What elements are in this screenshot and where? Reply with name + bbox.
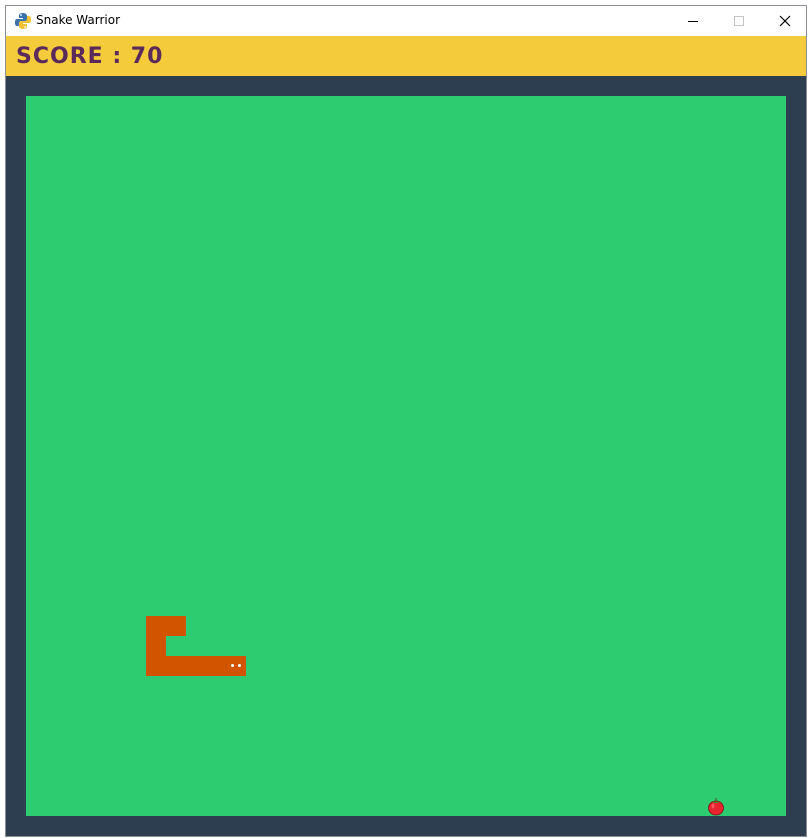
title-bar[interactable]: Snake Warrior — [6, 6, 806, 36]
minimize-button[interactable] — [670, 6, 716, 36]
snake-eye — [231, 664, 234, 667]
snake-segment — [146, 616, 166, 636]
snake-segment — [146, 656, 166, 676]
snake-segment — [166, 656, 186, 676]
window-title: Snake Warrior — [36, 13, 121, 27]
snake-segment — [186, 656, 206, 676]
python-icon — [14, 12, 32, 30]
close-button[interactable] — [762, 6, 806, 36]
snake-eye — [238, 664, 241, 667]
minimize-icon — [687, 16, 699, 27]
score-label: SCORE : 70 — [16, 44, 164, 69]
score-bar: SCORE : 70 — [6, 36, 806, 76]
close-icon — [779, 15, 791, 27]
maximize-icon — [733, 15, 745, 27]
apple-icon — [706, 796, 726, 816]
snake-head — [226, 656, 246, 676]
maximize-button[interactable] — [716, 6, 762, 36]
snake-segment — [206, 656, 226, 676]
snake-segment — [146, 636, 166, 656]
snake-segment — [166, 616, 186, 636]
game-board[interactable] — [26, 96, 786, 816]
game-window: Snake Warrior SCORE : 70 — [5, 5, 807, 837]
